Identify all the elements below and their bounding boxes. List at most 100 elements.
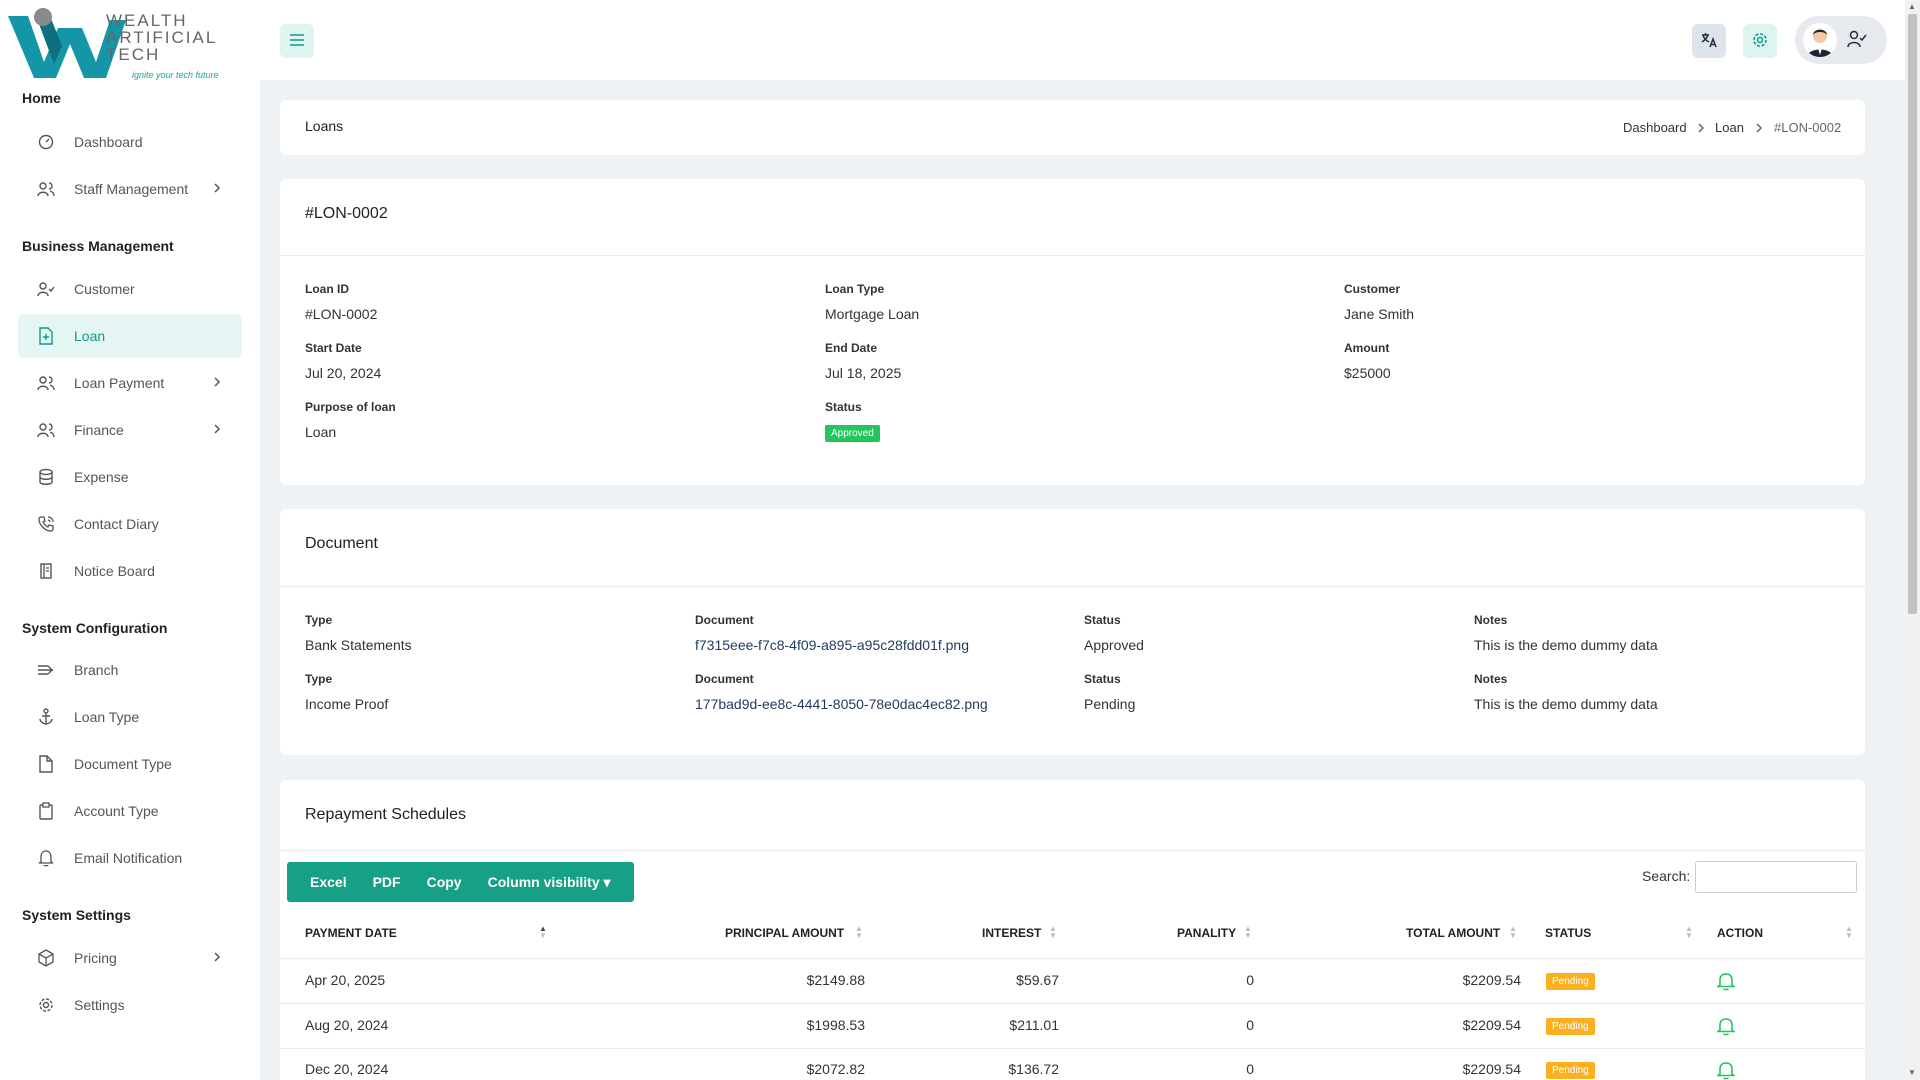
status-badge: Pending [1546, 973, 1595, 990]
sidebar-item-account-type[interactable]: Account Type [18, 789, 242, 833]
hamburger-icon [289, 33, 305, 50]
sidebar-item-notice-board[interactable]: Notice Board [18, 549, 242, 593]
sidebar-item-settings[interactable]: Settings [18, 983, 242, 1027]
purpose-value: Loan [305, 424, 337, 440]
end-date-value: Jul 18, 2025 [825, 365, 902, 381]
cell-penality: 0 [1246, 1017, 1254, 1033]
users-icon [36, 420, 56, 440]
bell-icon[interactable] [1715, 1016, 1737, 1039]
sidebar-item-label: Finance [74, 422, 124, 438]
brand-logo[interactable]: WEALTH ARTIFICIAL TECH ignite your tech … [6, 6, 246, 86]
status-badge: Pending [1546, 1018, 1595, 1035]
pdf-button[interactable]: PDF [360, 874, 414, 890]
nav-section-system-settings: System Settings [22, 907, 131, 923]
schedules-title: Repayment Schedules [305, 806, 466, 823]
sidebar-item-customer[interactable]: Customer [18, 267, 242, 311]
sidebar-item-label: Expense [74, 469, 129, 485]
bell-icon[interactable] [1715, 971, 1737, 994]
column-visibility-button[interactable]: Column visibility ▾ [475, 874, 624, 891]
user-menu[interactable] [1795, 16, 1887, 64]
doc-type-value: Bank Statements [305, 637, 412, 653]
nav-section-system-config: System Configuration [22, 620, 168, 636]
search-input[interactable] [1695, 861, 1857, 893]
breadcrumb-loan[interactable]: Loan [1715, 120, 1744, 135]
sidebar-item-label: Account Type [74, 803, 159, 819]
scroll-down-icon[interactable]: ▼ [1908, 1068, 1916, 1077]
sidebar-item-contact-diary[interactable]: Contact Diary [18, 502, 242, 546]
chevron-right-icon [212, 950, 222, 967]
sidebar-item-label: Email Notification [74, 850, 183, 866]
sidebar-item-loan[interactable]: Loan [18, 314, 242, 358]
phone-call-icon [36, 514, 56, 534]
sidebar-item-document-type[interactable]: Document Type [18, 742, 242, 786]
translate-icon [1701, 32, 1717, 51]
repayment-schedules-card: Repayment Schedules Excel PDF Copy Colum… [280, 780, 1865, 1080]
sidebar-item-staff-management[interactable]: Staff Management [18, 167, 242, 211]
doc-status-value: Pending [1084, 696, 1136, 712]
sidebar-item-branch[interactable]: Branch [18, 648, 242, 692]
copy-button[interactable]: Copy [414, 874, 475, 890]
purpose-label: Purpose of loan [305, 400, 396, 414]
sidebar-item-finance[interactable]: Finance [18, 408, 242, 452]
nav-section-business: Business Management [22, 238, 174, 254]
sidebar-item-expense[interactable]: Expense [18, 455, 242, 499]
amount-value: $25000 [1344, 365, 1391, 381]
doc-type-label: Type [305, 672, 333, 686]
sidebar-item-loan-payment[interactable]: Loan Payment [18, 361, 242, 405]
anchor-icon [36, 707, 56, 727]
sidebar-item-label: Pricing [74, 950, 117, 966]
status-label: Status [825, 400, 862, 414]
col-penality[interactable]: PANALITY [1177, 926, 1236, 940]
doc-notes-label: Notes [1474, 613, 1508, 627]
customer-label: Customer [1344, 282, 1401, 296]
bell-icon[interactable] [1715, 1060, 1737, 1080]
sidebar-item-dashboard[interactable]: Dashboard [18, 120, 242, 164]
gear-icon [1751, 31, 1769, 52]
loan-title: #LON-0002 [305, 205, 388, 222]
doc-notes-value: This is the demo dummy data [1474, 696, 1658, 712]
col-status[interactable]: STATUS [1545, 926, 1591, 940]
status-badge: Pending [1546, 1062, 1595, 1079]
sidebar-item-email-notification[interactable]: Email Notification [18, 836, 242, 880]
language-button[interactable] [1692, 24, 1726, 58]
col-payment-date[interactable]: PAYMENT DATE [305, 926, 397, 940]
loan-details-card: #LON-0002 Loan ID #LON-0002 Loan Type Mo… [280, 179, 1865, 485]
sidebar-item-label: Loan Type [74, 709, 140, 725]
sidebar-item-label: Contact Diary [74, 516, 159, 532]
menu-toggle-button[interactable] [280, 24, 314, 58]
excel-button[interactable]: Excel [297, 874, 360, 890]
scroll-up-icon[interactable]: ▲ [1908, 2, 1916, 11]
col-action[interactable]: ACTION [1717, 926, 1763, 940]
breadcrumb-dashboard[interactable]: Dashboard [1623, 120, 1687, 135]
sidebar-item-pricing[interactable]: Pricing [18, 936, 242, 980]
table-divider [280, 958, 1865, 959]
brand-name: WEALTH ARTIFICIAL TECH [106, 11, 218, 64]
cell-interest: $211.01 [1009, 1017, 1059, 1033]
doc-file-link[interactable]: 177bad9d-ee8c-4441-8050-78e0dac4ec82.png [695, 696, 988, 712]
doc-file-label: Document [695, 672, 754, 686]
col-interest[interactable]: INTEREST [982, 926, 1041, 940]
scroll-thumb[interactable] [1908, 14, 1917, 614]
divider [280, 586, 1865, 587]
col-total[interactable]: TOTAL AMOUNT [1406, 926, 1500, 940]
avatar [1803, 23, 1837, 57]
cell-total: $2209.54 [1462, 1017, 1521, 1033]
loan-type-value: Mortgage Loan [825, 306, 920, 322]
sidebar-item-loan-type[interactable]: Loan Type [18, 695, 242, 739]
document-card: Document Type Bank Statements Document f… [280, 509, 1865, 755]
file-plus-icon [36, 326, 56, 346]
col-principal[interactable]: PRINCIPAL AMOUNT [725, 926, 844, 940]
sort-icon: ▲ ▼ [1509, 924, 1517, 940]
sidebar-item-label: Customer [74, 281, 135, 297]
customer-value: Jane Smith [1344, 306, 1415, 322]
amount-label: Amount [1344, 341, 1390, 355]
page-scrollbar[interactable]: ▲ ▼ [1905, 0, 1920, 1080]
sidebar: WEALTH ARTIFICIAL TECH ignite your tech … [0, 0, 260, 1080]
settings-button[interactable] [1743, 24, 1777, 58]
end-date-label: End Date [825, 341, 878, 355]
cell-interest: $136.72 [1008, 1061, 1059, 1077]
chevron-right-icon [212, 422, 222, 439]
users-icon [36, 179, 56, 199]
doc-file-link[interactable]: f7315eee-f7c8-4f09-a895-a95c28fdd01f.png [695, 637, 969, 653]
divider [280, 255, 1865, 256]
